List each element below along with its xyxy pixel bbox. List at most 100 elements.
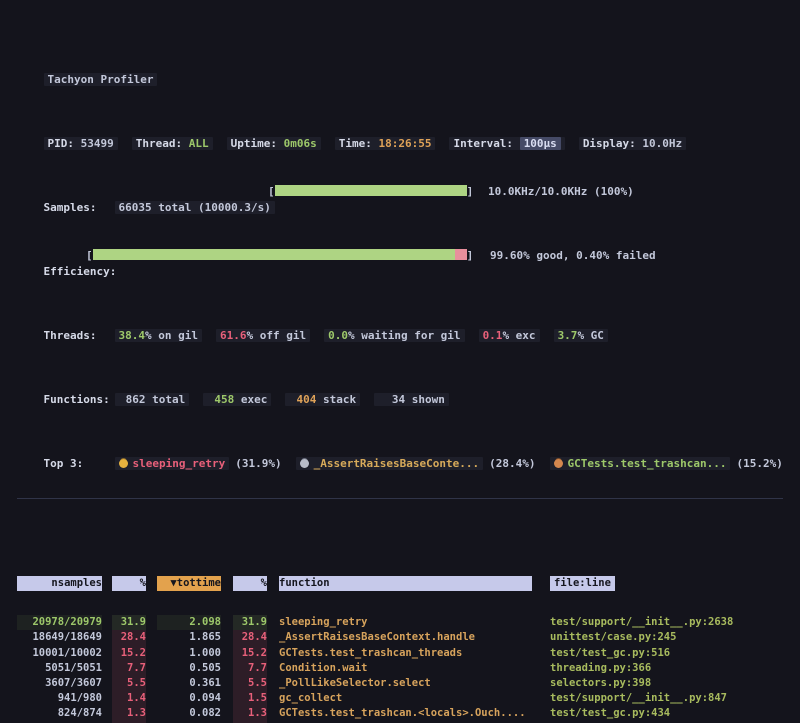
cumulative-pct-cell: 28.4 [233, 630, 267, 645]
pid-label: PID: [48, 137, 75, 150]
gold-medal-icon [119, 459, 128, 468]
stat-display: Display: 10.0Hz [579, 137, 686, 150]
column-header-nsamples[interactable]: nsamples [17, 576, 102, 591]
efficiency-failed-fill [455, 249, 466, 260]
table-row[interactable]: 3607/36075.50.3615.5_PollLikeSelector.se… [0, 676, 800, 691]
interval-value: 100µs [520, 137, 561, 150]
column-header-tottime-sorted[interactable]: ▼tottime [157, 576, 221, 591]
off-gil-value: 61.6 [220, 329, 247, 342]
efficiency-bar-wrap: [] [86, 248, 473, 264]
direct-pct-cell: 1.3 [112, 706, 146, 721]
efficiency-summary: 99.60% good, 0.40% failed [490, 248, 656, 264]
pid-value: 53499 [81, 137, 114, 150]
file-line-cell: threading.py:366 [550, 661, 800, 676]
column-header-function[interactable]: function [279, 576, 532, 591]
column-header-file-line[interactable]: file:line [550, 576, 615, 591]
efficiency-row: Efficiency: [] 99.60% good, 0.40% failed [0, 248, 800, 264]
tottime-cell: 0.094 [157, 691, 221, 706]
functions-total-value: 862 [119, 392, 146, 408]
cumulative-pct-cell: 7.7 [233, 661, 267, 676]
time-value: 18:26:55 [378, 137, 431, 150]
nsamples-cell: 3607/3607 [17, 676, 102, 691]
efficiency-bar [93, 249, 467, 260]
stat-pid: PID: 53499 [44, 137, 118, 150]
table-row[interactable]: 5051/50517.70.5057.7Condition.waitthread… [0, 661, 800, 676]
thread-value: ALL [189, 137, 209, 150]
table-row[interactable]: 20978/2097931.92.09831.9sleeping_retryte… [0, 615, 800, 630]
top3-entry-3-name: GCTests.test_trashcan... [568, 457, 727, 470]
samples-row: Samples:66035 total (10000.3/s) [] 10.0K… [0, 184, 800, 200]
top3-entry-1-name: sleeping_retry [133, 457, 226, 470]
functions-shown-suffix: shown [405, 393, 445, 406]
function-cell: GCTests.test_trashcan.<locals>.Ouch.... [279, 706, 532, 721]
file-line-cell: test/support/__init__.py:2638 [550, 615, 800, 630]
table-row[interactable]: 18649/1864928.41.86528.4_AssertRaisesBas… [0, 630, 800, 645]
threads-gc: 3.7% GC [554, 329, 608, 342]
nsamples-cell: 5051/5051 [17, 661, 102, 676]
thread-label: Thread: [136, 137, 182, 150]
samples-value: 66035 total (10000.3/s) [115, 201, 275, 214]
direct-pct-cell: 28.4 [112, 630, 146, 645]
bronze-medal-icon [554, 459, 563, 468]
tachyon-profiler-screen: Tachyon Profiler PID: 53499Thread: ALLUp… [0, 0, 800, 723]
column-header-direct-pct[interactable]: % [112, 576, 146, 591]
table-row[interactable]: 824/8741.30.0821.3GCTests.test_trashcan.… [0, 706, 800, 721]
threads-exc: 0.1% exc [479, 329, 540, 342]
functions-row: Functions:862 total458 exec404 stack34 s… [0, 376, 800, 392]
bracket-close: ] [467, 249, 474, 262]
stat-time: Time: 18:26:55 [335, 137, 436, 150]
gc-value: 3.7 [558, 329, 578, 342]
functions-exec-value: 458 [207, 392, 234, 408]
samples-progress-bar [275, 185, 467, 196]
top3-entry-2: _AssertRaisesBaseConte... [296, 457, 484, 470]
function-cell: sleeping_retry [279, 615, 532, 630]
direct-pct-cell: 7.7 [112, 661, 146, 676]
cumulative-pct-cell: 31.9 [233, 615, 267, 630]
direct-pct-cell: 31.9 [112, 615, 146, 630]
interval-label: Interval: [453, 137, 513, 150]
threads-off-gil: 61.6% off gil [216, 329, 310, 342]
threads-on-gil: 38.4% on gil [115, 329, 202, 342]
threads-label: Threads: [44, 328, 115, 344]
direct-pct-cell: 1.4 [112, 691, 146, 706]
cumulative-pct-cell: 1.5 [233, 691, 267, 706]
samples-label: Samples: [44, 200, 115, 216]
cumulative-pct-cell: 5.5 [233, 676, 267, 691]
functions-exec: 458 exec [203, 393, 271, 406]
page-title: Tachyon Profiler [44, 73, 158, 86]
samples-bar-fill [275, 185, 467, 196]
functions-stack: 404 stack [285, 393, 360, 406]
display-value: 10.0Hz [642, 137, 682, 150]
direct-pct-cell: 5.5 [112, 676, 146, 691]
efficiency-label: Efficiency: [44, 265, 117, 278]
top3-entry-1: sleeping_retry [115, 457, 230, 470]
table-row[interactable]: 10001/1000215.21.00015.2GCTests.test_tra… [0, 646, 800, 661]
uptime-value: 0m06s [284, 137, 317, 150]
tottime-cell: 1.865 [157, 630, 221, 645]
table-row[interactable]: 941/9801.40.0941.5gc_collecttest/support… [0, 691, 800, 706]
top3-row: Top 3:sleeping_retry(31.9%)_AssertRaises… [0, 440, 800, 456]
file-line-cell: unittest/case.py:245 [550, 630, 800, 645]
exc-value: 0.1 [483, 329, 503, 342]
functions-total-suffix: total [146, 393, 186, 406]
functions-exec-suffix: exec [234, 393, 267, 406]
functions-total: 862 total [115, 393, 190, 406]
nsamples-cell: 20978/20979 [17, 615, 102, 630]
file-line-cell: test/test_gc.py:516 [550, 646, 800, 661]
function-cell: _PollLikeSelector.select [279, 676, 532, 691]
top3-entry-2-name: _AssertRaisesBaseConte... [314, 457, 480, 470]
stat-thread: Thread: ALL [132, 137, 213, 150]
exc-suffix: % exc [502, 329, 535, 342]
stat-interval: Interval: 100µs [449, 137, 564, 150]
cumulative-pct-cell: 15.2 [233, 646, 267, 661]
status-bar: PID: 53499Thread: ALLUptime: 0m06sTime: … [0, 120, 800, 136]
function-cell: _AssertRaisesBaseContext.handle [279, 630, 532, 645]
threads-row: Threads:38.4% on gil61.6% off gil0.0% wa… [0, 312, 800, 328]
top3-label: Top 3: [44, 456, 115, 472]
time-label: Time: [339, 137, 372, 150]
tottime-cell: 1.000 [157, 646, 221, 661]
column-header-cumulative-pct[interactable]: % [233, 576, 267, 591]
function-cell: gc_collect [279, 691, 532, 706]
nsamples-cell: 824/874 [17, 706, 102, 721]
top3-entry-2-pct: (28.4%) [489, 457, 535, 470]
